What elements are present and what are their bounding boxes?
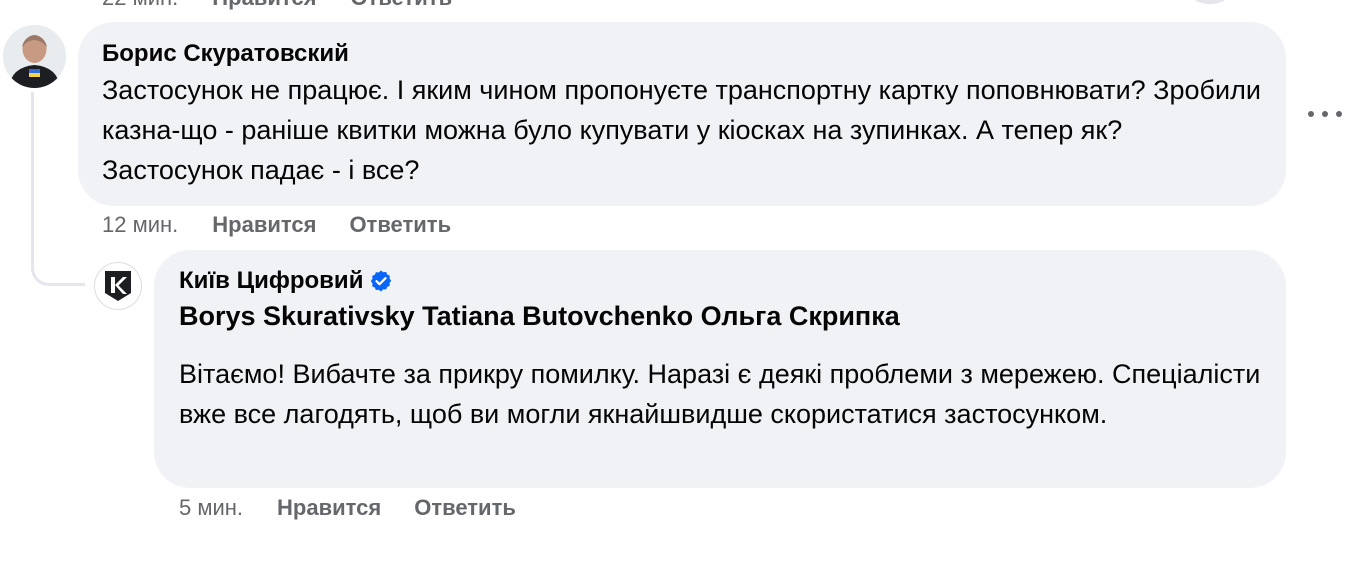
previous-comment-actions: 22 мин. Нравится Ответить (102, 0, 486, 10)
comment-reply-button[interactable]: Ответить (349, 212, 451, 237)
previous-comment-like-button[interactable]: Нравится (212, 0, 316, 10)
comment-author-name[interactable]: Борис Скуратовский (102, 39, 1262, 69)
comment-time[interactable]: 12 мин. (102, 212, 178, 237)
reply-reply-button[interactable]: Ответить (414, 495, 516, 520)
comment-like-button[interactable]: Нравится (212, 212, 316, 237)
menu-dot (1336, 111, 1342, 117)
comment-text: Застосунок не працює. І яким чином пропо… (102, 75, 1261, 185)
comment-author-avatar[interactable] (3, 25, 66, 88)
verified-badge-icon (371, 270, 392, 292)
reply-author-label[interactable]: Київ Цифровий (179, 266, 363, 296)
reply-author-name[interactable]: Київ Цифровий (179, 266, 1261, 296)
reply-text: Вітаємо! Вибачте за прикру помилку. Нара… (179, 359, 1261, 429)
kyiv-digital-logo (105, 271, 131, 301)
thread-connector-line (31, 92, 85, 286)
previous-comment-reply-button[interactable]: Ответить (350, 0, 452, 10)
comment-author-label[interactable]: Борис Скуратовский (102, 39, 349, 69)
reply-actions: 5 мин. Нравится Ответить (179, 493, 549, 523)
reply-author-avatar[interactable] (94, 262, 142, 310)
menu-dot (1308, 111, 1314, 117)
reply-bubble: Київ Цифровий Borys Skurativsky Tatiana … (154, 250, 1286, 488)
comment-actions: 12 мин. Нравится Ответить (102, 210, 484, 240)
menu-dot (1322, 111, 1328, 117)
reply-time[interactable]: 5 мин. (179, 495, 243, 520)
previous-comment-reaction-badge (1192, 0, 1228, 4)
comment-bubble: Борис Скуратовский Застосунок не працює.… (78, 22, 1286, 206)
reply-like-button[interactable]: Нравится (277, 495, 381, 520)
more-horizontal-icon[interactable] (1308, 102, 1342, 126)
previous-comment-time: 22 мин. (102, 0, 178, 10)
reply-mentions[interactable]: Borys Skurativsky Tatiana Butovchenko Ол… (179, 296, 1261, 336)
user-photo-avatar (3, 25, 66, 88)
